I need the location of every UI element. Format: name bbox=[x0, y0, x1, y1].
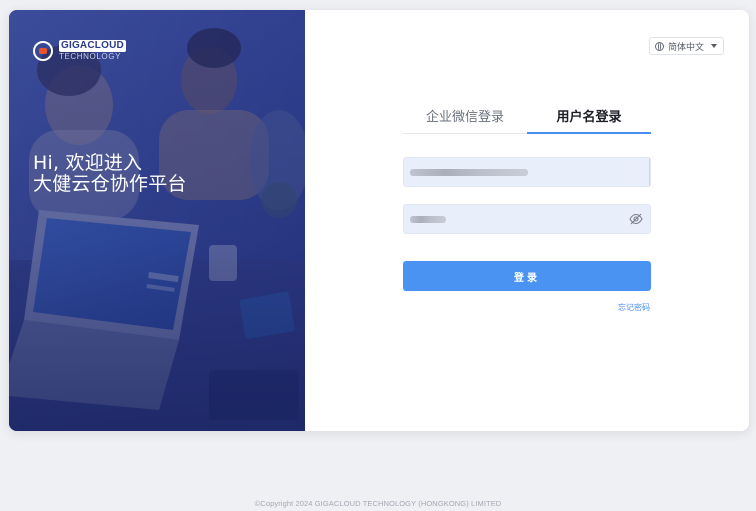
hero-overlay bbox=[9, 10, 305, 431]
welcome-line-1: Hi, 欢迎进入 bbox=[33, 152, 143, 174]
username-masked-value bbox=[410, 169, 528, 176]
logo-name: GIGACLOUD bbox=[59, 40, 126, 52]
language-label: 简体中文 bbox=[667, 42, 704, 53]
language-selector[interactable]: 简体中文 bbox=[648, 37, 724, 55]
password-masked-value bbox=[410, 216, 446, 223]
chevron-down-icon bbox=[711, 44, 717, 48]
logo-subname: TECHNOLOGY bbox=[59, 52, 122, 61]
hero-panel: GIGACLOUD TECHNOLOGY Hi, 欢迎进入 大健云仓协作平台 bbox=[9, 10, 305, 431]
login-card: GIGACLOUD TECHNOLOGY Hi, 欢迎进入 大健云仓协作平台 简… bbox=[9, 10, 749, 431]
welcome-heading: Hi, 欢迎进入 大健云仓协作平台 bbox=[33, 153, 187, 195]
welcome-line-2: 大健云仓协作平台 bbox=[33, 173, 187, 195]
forgot-password-link[interactable]: 忘记密码 bbox=[618, 302, 650, 313]
copyright-text: ©Copyright 2024 GIGACLOUD TECHNOLOGY (HO… bbox=[254, 499, 502, 508]
eye-off-icon[interactable] bbox=[629, 213, 643, 225]
username-field-edge bbox=[649, 158, 650, 186]
password-field[interactable] bbox=[403, 204, 651, 234]
logo-text: GIGACLOUD TECHNOLOGY bbox=[59, 40, 126, 61]
login-button[interactable]: 登录 bbox=[403, 261, 651, 291]
login-page: GIGACLOUD TECHNOLOGY Hi, 欢迎进入 大健云仓协作平台 简… bbox=[0, 0, 756, 511]
username-field[interactable] bbox=[403, 157, 651, 187]
brand-logo: GIGACLOUD TECHNOLOGY bbox=[33, 40, 126, 61]
login-tabs: 企业微信登录 用户名登录 bbox=[403, 108, 651, 134]
tab-username-login[interactable]: 用户名登录 bbox=[527, 108, 651, 134]
tab-wecom-login[interactable]: 企业微信登录 bbox=[403, 108, 527, 134]
logo-mark-icon bbox=[33, 40, 53, 61]
globe-icon bbox=[654, 41, 664, 51]
